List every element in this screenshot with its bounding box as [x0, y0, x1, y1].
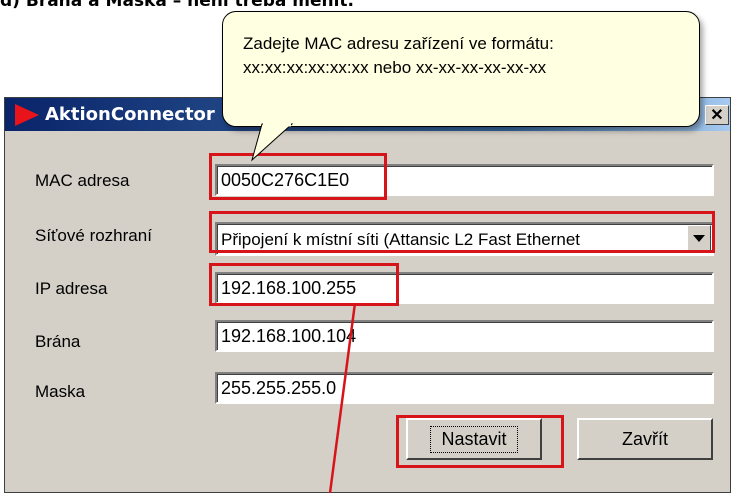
annotation-overlay	[251, 123, 357, 493]
tooltip-pointer	[251, 123, 294, 162]
red-arrow-line	[328, 302, 357, 493]
